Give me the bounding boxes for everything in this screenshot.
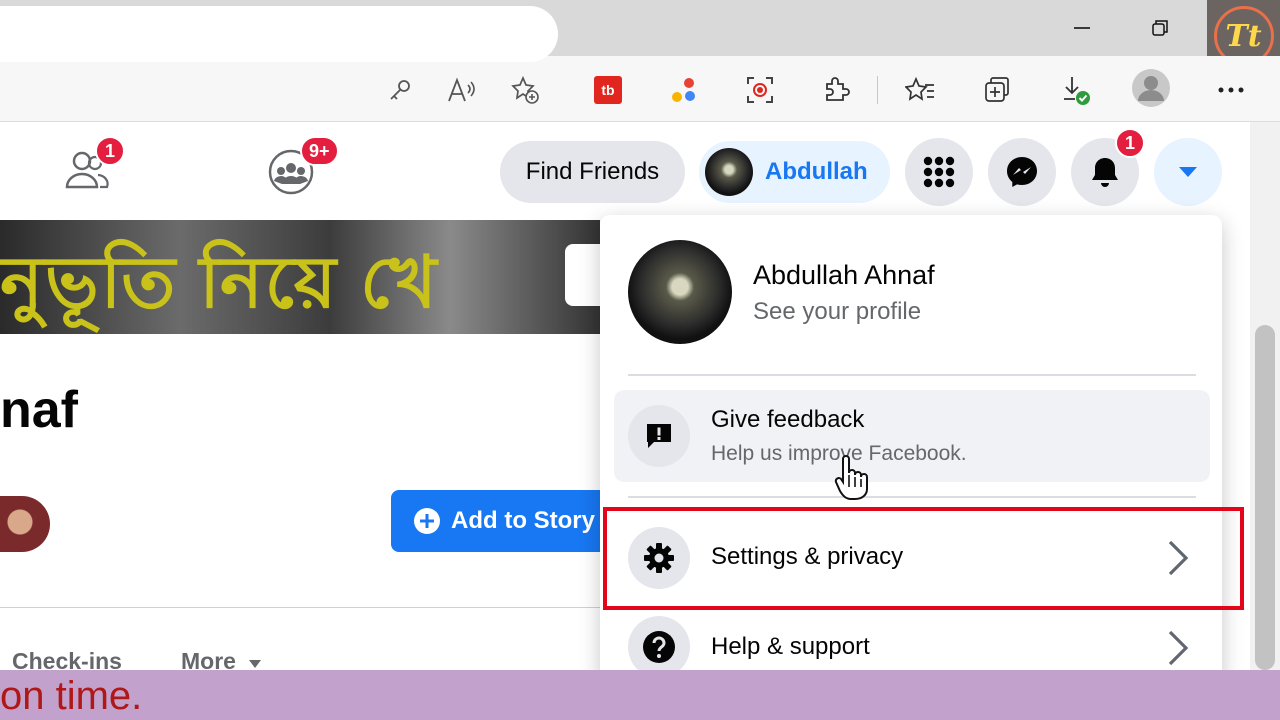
give-feedback-title: Give feedback bbox=[711, 406, 865, 433]
messenger-icon bbox=[1007, 157, 1037, 187]
give-feedback-item[interactable] bbox=[614, 390, 1210, 482]
dropdown-user-name[interactable]: Abdullah Ahnaf bbox=[753, 260, 935, 291]
restore-button[interactable] bbox=[1140, 8, 1180, 48]
messenger-button[interactable] bbox=[988, 138, 1056, 206]
caret-down-icon bbox=[249, 660, 262, 668]
extension-label: tb bbox=[594, 76, 622, 104]
profile-name: naf bbox=[0, 381, 78, 439]
feedback-icon bbox=[628, 405, 690, 467]
find-friends-button[interactable]: Find Friends bbox=[500, 141, 685, 203]
caption-bar bbox=[0, 670, 1280, 720]
notifications-badge: 1 bbox=[1115, 128, 1145, 158]
key-icon[interactable] bbox=[380, 70, 420, 110]
page-scrollbar-thumb[interactable] bbox=[1255, 325, 1275, 670]
minimize-button[interactable] bbox=[1062, 8, 1102, 48]
settings-highlight-box bbox=[603, 507, 1244, 610]
see-your-profile-link[interactable]: See your profile bbox=[753, 298, 921, 326]
friend-avatar[interactable] bbox=[0, 496, 50, 552]
profile-icon[interactable] bbox=[1131, 68, 1171, 108]
find-friends-label: Find Friends bbox=[525, 158, 660, 185]
more-icon[interactable] bbox=[1211, 70, 1251, 110]
screen-capture-icon[interactable] bbox=[740, 70, 780, 110]
add-to-story-button[interactable]: Add to Story bbox=[391, 490, 631, 552]
cover-photo: নুভূতি নিয়ে খে bbox=[0, 220, 600, 334]
caption-text: on time. bbox=[0, 674, 143, 718]
dropdown-profile-avatar[interactable] bbox=[628, 240, 732, 344]
menu-grid-button[interactable] bbox=[905, 138, 973, 206]
extensions-icon[interactable] bbox=[816, 70, 856, 110]
read-aloud-icon[interactable] bbox=[442, 70, 482, 110]
add-favorite-icon[interactable] bbox=[505, 70, 545, 110]
account-menu-button[interactable] bbox=[1154, 138, 1222, 206]
fb-extension-icon[interactable]: tb bbox=[588, 70, 628, 110]
dropdown-divider bbox=[628, 496, 1196, 498]
color-dots-extension-icon[interactable] bbox=[664, 70, 704, 110]
caret-down-icon bbox=[1179, 167, 1197, 177]
favorites-icon[interactable] bbox=[900, 70, 940, 110]
bell-icon bbox=[1092, 158, 1118, 187]
address-bar[interactable] bbox=[0, 6, 558, 62]
chevron-right-icon bbox=[1168, 630, 1189, 666]
help-support-title: Help & support bbox=[711, 633, 870, 660]
help-icon bbox=[628, 616, 690, 678]
profile-pill-label: Abdullah bbox=[765, 158, 868, 185]
friends-badge: 1 bbox=[95, 136, 125, 166]
add-to-story-label: Add to Story bbox=[451, 507, 595, 534]
dropdown-divider bbox=[628, 374, 1196, 376]
plus-circle-icon bbox=[414, 508, 440, 534]
profile-pill-button[interactable]: Abdullah bbox=[699, 141, 890, 203]
grid-icon bbox=[923, 156, 955, 188]
profile-pill-avatar bbox=[705, 148, 753, 196]
hand-cursor-icon bbox=[834, 455, 868, 500]
toolbar-divider bbox=[877, 76, 878, 104]
downloads-icon[interactable] bbox=[1055, 70, 1095, 110]
collections-icon[interactable] bbox=[977, 70, 1017, 110]
cover-photo-text: নুভূতি নিয়ে খে bbox=[0, 243, 439, 323]
profile-divider bbox=[0, 607, 600, 608]
groups-badge: 9+ bbox=[300, 136, 339, 166]
